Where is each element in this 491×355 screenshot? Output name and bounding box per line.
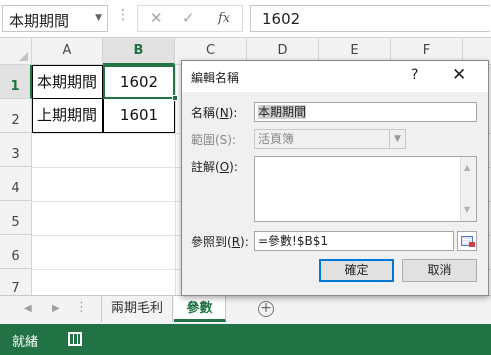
help-icon[interactable]: ? <box>411 67 418 83</box>
cell-b1[interactable]: 1602 <box>103 65 175 99</box>
close-icon[interactable]: ✕ <box>452 65 466 85</box>
sheet-tab-bar: ◀ ▶ ⋮ 兩期毛利 參數 + <box>0 295 491 324</box>
refers-to-label: 參照到(R): <box>191 235 249 249</box>
chevron-down-icon: ▼ <box>389 130 405 148</box>
comment-scrollbar[interactable]: ▲ ▼ <box>460 157 476 221</box>
scope-label: 範圍(S): <box>191 133 237 147</box>
select-all-corner[interactable] <box>0 38 32 65</box>
formula-value: 1602 <box>262 10 301 28</box>
refers-to-input[interactable]: =參數!$B$1 <box>254 231 454 251</box>
status-label: 就緒 <box>12 335 39 350</box>
scroll-down-icon: ▼ <box>464 205 471 214</box>
row-header-5[interactable]: 5 <box>0 201 32 235</box>
chevron-down-icon[interactable]: ▼ <box>95 13 102 23</box>
name-input[interactable]: 本期期間 <box>254 102 477 122</box>
row-header-6[interactable]: 6 <box>0 235 32 269</box>
add-sheet-icon[interactable]: + <box>258 301 274 317</box>
cancel-button[interactable]: 取消 <box>402 259 477 282</box>
scope-value: 活頁簿 <box>258 132 295 146</box>
cell-a2[interactable]: 上期期間 <box>32 99 103 133</box>
ok-button[interactable]: 確定 <box>319 259 394 282</box>
scroll-right-icon[interactable]: ▶ <box>52 303 60 314</box>
formula-bar: 本期期間 ▼ ⋮ ✕ ✓ fx 1602 <box>0 0 491 38</box>
formula-input[interactable]: 1602 <box>250 5 490 32</box>
cell-a1[interactable]: 本期期間 <box>32 65 103 99</box>
row-header-3[interactable]: 3 <box>0 133 32 167</box>
edit-name-dialog: 編輯名稱 ? ✕ 名稱(N): 本期期間 範圍(S): 活頁簿 ▼ 註解(O):… <box>181 60 489 296</box>
row-header-4[interactable]: 4 <box>0 167 32 201</box>
cell-mode-icon <box>68 332 82 346</box>
row-header-1[interactable]: 1 <box>0 65 32 99</box>
scroll-up-icon: ▲ <box>464 163 471 172</box>
comment-label: 註解(O): <box>191 160 238 174</box>
status-bar: 就緒 <box>0 324 491 355</box>
tab-overflow-icon[interactable]: ⋮ <box>75 300 88 315</box>
dialog-title: 編輯名稱 <box>191 71 240 85</box>
column-header-b[interactable]: B <box>103 38 175 65</box>
check-icon[interactable]: ✓ <box>182 9 195 27</box>
insert-function-icon[interactable]: fx <box>218 11 230 26</box>
dialog-title-bar: 編輯名稱 ? ✕ <box>182 61 488 92</box>
name-box-value: 本期期間 <box>9 12 70 30</box>
more-options-icon: ⋮ <box>116 7 130 23</box>
comment-textarea[interactable]: ▲ ▼ <box>254 156 477 222</box>
sheet-tab-2[interactable]: 參數 <box>174 296 226 322</box>
column-header-a[interactable]: A <box>32 38 103 65</box>
sheet-tab-1[interactable]: 兩期毛利 <box>101 296 173 322</box>
formula-actions: ✕ ✓ fx <box>137 5 243 32</box>
range-select-icon[interactable] <box>457 231 477 251</box>
scope-select: 活頁簿 ▼ <box>254 129 406 149</box>
name-box[interactable]: 本期期間 ▼ <box>2 5 108 32</box>
fill-handle[interactable] <box>172 95 178 101</box>
cell-b2[interactable]: 1601 <box>103 99 175 133</box>
cancel-icon[interactable]: ✕ <box>150 9 163 27</box>
row-header-2[interactable]: 2 <box>0 99 32 133</box>
row-header-7[interactable]: 7 <box>0 269 32 295</box>
scroll-left-icon[interactable]: ◀ <box>24 303 32 314</box>
name-label: 名稱(N): <box>191 106 238 120</box>
